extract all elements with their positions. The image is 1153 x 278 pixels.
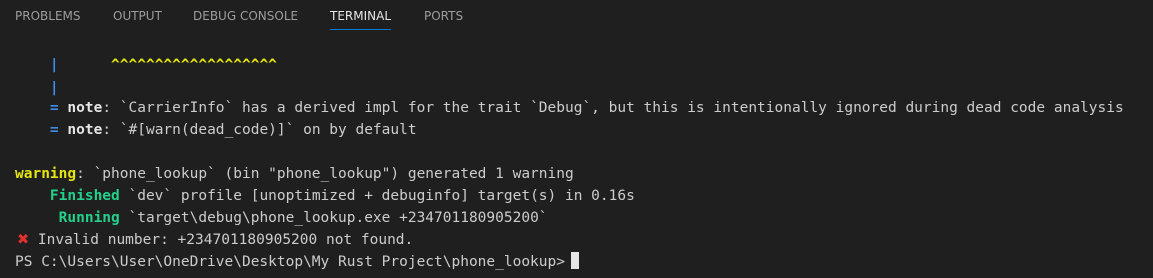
note-prefix: = [49, 100, 59, 116]
error-carets: ^^^^^^^^^^^^^^^^^^^ [111, 57, 277, 73]
panel-tab-bar: PROBLEMS OUTPUT DEBUG CONSOLE TERMINAL P… [0, 0, 1153, 33]
warning-keyword: warning [15, 166, 77, 182]
active-tab-indicator [330, 29, 392, 30]
note-text: : `CarrierInfo` has a derived impl for t… [102, 100, 1124, 116]
warning-text: : `phone_lookup` (bin "phone_lookup") ge… [76, 166, 574, 182]
terminal-panel: PROBLEMS OUTPUT DEBUG CONSOLE TERMINAL P… [0, 0, 1153, 278]
tab-terminal[interactable]: TERMINAL [330, 0, 392, 33]
tab-debug-console[interactable]: DEBUG CONSOLE [193, 0, 298, 33]
terminal-line-prompt: PS C:\Users\User\OneDrive\Desktop\My Rus… [15, 252, 579, 273]
shell-prompt: PS C:\Users\User\OneDrive\Desktop\My Rus… [15, 254, 565, 270]
terminal-line-note-2: = note: `#[warn(dead_code)]` on by defau… [15, 120, 417, 141]
finished-keyword: Finished [49, 188, 120, 204]
tab-ports[interactable]: PORTS [424, 0, 463, 33]
note-text: : `#[warn(dead_code)]` on by default [102, 122, 417, 138]
terminal-line-pipe: | [15, 78, 59, 99]
terminal-line-carets: | ^^^^^^^^^^^^^^^^^^^ [15, 55, 277, 76]
terminal-line-warning: warning: `phone_lookup` (bin "phone_look… [15, 164, 574, 185]
running-text: `target\debug\phone_lookup.exe +23470118… [119, 210, 548, 226]
terminal-line-running: Running `target\debug\phone_lookup.exe +… [15, 208, 548, 229]
tab-problems[interactable]: PROBLEMS [15, 0, 81, 33]
terminal-line-note-1: = note: `CarrierInfo` has a derived impl… [15, 98, 1124, 119]
terminal-output[interactable]: | ^^^^^^^^^^^^^^^^^^^ | = note: `Carrier… [0, 33, 1153, 278]
terminal-cursor [570, 252, 579, 269]
tab-output[interactable]: OUTPUT [113, 0, 162, 33]
finished-text: `dev` profile [unoptimized + debuginfo] … [119, 188, 635, 204]
note-keyword: note [67, 100, 103, 116]
cross-mark-icon: ✖ [17, 232, 30, 248]
gutter-pipe: | [49, 80, 59, 96]
terminal-line-error: ✖ Invalid number: +234701180905200 not f… [17, 230, 413, 251]
running-keyword: Running [58, 210, 120, 226]
terminal-line-finished: Finished `dev` profile [unoptimized + de… [15, 186, 635, 207]
note-prefix: = [49, 122, 59, 138]
error-text: Invalid number: +234701180905200 not fou… [29, 232, 414, 248]
note-keyword: note [67, 122, 103, 138]
gutter-pipe: | [49, 57, 59, 73]
tab-terminal-label: TERMINAL [330, 9, 392, 23]
